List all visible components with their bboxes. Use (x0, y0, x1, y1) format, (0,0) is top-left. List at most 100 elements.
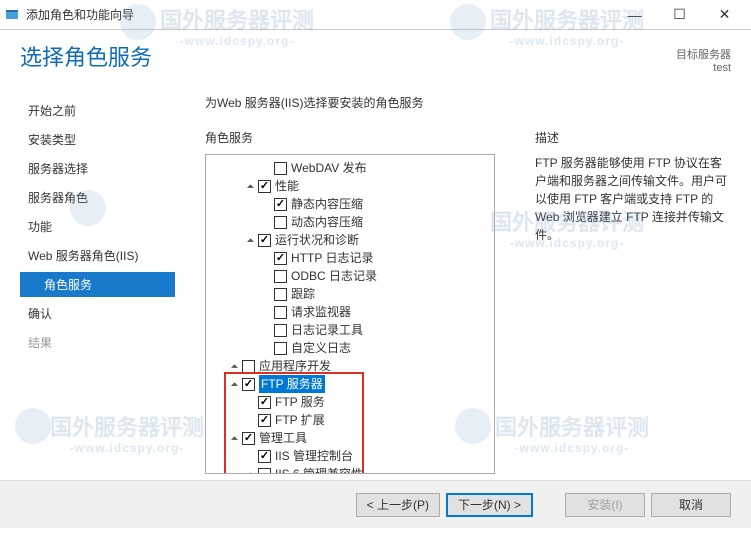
expand-placeholder (260, 342, 272, 354)
expand-placeholder (260, 216, 272, 228)
tree-node-3[interactable]: 动态内容压缩 (212, 213, 488, 231)
checkbox[interactable] (274, 198, 287, 211)
checkbox[interactable] (258, 234, 271, 247)
tree-node-5[interactable]: HTTP 日志记录 (212, 249, 488, 267)
tree-node-15[interactable]: 管理工具 (212, 429, 488, 447)
tree-node-9[interactable]: 日志记录工具 (212, 321, 488, 339)
close-button[interactable]: ✕ (702, 1, 747, 29)
tree-label[interactable]: 自定义日志 (291, 339, 351, 357)
tree-label[interactable]: FTP 服务器 (259, 375, 325, 393)
previous-button[interactable]: < 上一步(P) (356, 493, 440, 517)
wizard-footer: < 上一步(P) 下一步(N) > 安装(I) 取消 (0, 480, 751, 528)
tree-label[interactable]: 应用程序开发 (259, 357, 331, 375)
tree-node-0[interactable]: WebDAV 发布 (212, 159, 488, 177)
expand-placeholder (260, 324, 272, 336)
role-services-tree[interactable]: WebDAV 发布性能静态内容压缩动态内容压缩运行状况和诊断HTTP 日志记录O… (205, 154, 495, 474)
sidebar-step-2[interactable]: 服务器选择 (20, 156, 175, 181)
expand-placeholder (260, 288, 272, 300)
checkbox[interactable] (274, 288, 287, 301)
description-header: 描述 (535, 129, 731, 146)
collapse-icon[interactable] (244, 234, 256, 246)
checkbox[interactable] (258, 468, 271, 475)
checkbox[interactable] (274, 252, 287, 265)
tree-label[interactable]: 运行状况和诊断 (275, 231, 359, 249)
tree-label[interactable]: 管理工具 (259, 429, 307, 447)
tree-label[interactable]: 性能 (275, 177, 299, 195)
target-server-info: 目标服务器 test (676, 40, 731, 74)
expand-placeholder (260, 162, 272, 174)
sidebar-step-0[interactable]: 开始之前 (20, 98, 175, 123)
tree-node-17[interactable]: IIS 6 管理兼容性 (212, 465, 488, 474)
next-button[interactable]: 下一步(N) > (446, 493, 533, 517)
checkbox[interactable] (274, 162, 287, 175)
tree-node-16[interactable]: IIS 管理控制台 (212, 447, 488, 465)
expand-placeholder (260, 306, 272, 318)
tree-node-7[interactable]: 跟踪 (212, 285, 488, 303)
expand-placeholder (244, 396, 256, 408)
checkbox[interactable] (258, 180, 271, 193)
tree-node-6[interactable]: ODBC 日志记录 (212, 267, 488, 285)
description-text: FTP 服务器能够使用 FTP 协议在客户端和服务器之间传输文件。用户可以使用 … (535, 154, 731, 244)
expand-placeholder (260, 252, 272, 264)
sidebar-step-5[interactable]: Web 服务器角色(IIS) (20, 243, 175, 268)
tree-label[interactable]: 跟踪 (291, 285, 315, 303)
tree-label[interactable]: 日志记录工具 (291, 321, 363, 339)
collapse-icon[interactable] (244, 180, 256, 192)
expand-placeholder (244, 414, 256, 426)
checkbox[interactable] (242, 378, 255, 391)
tree-label[interactable]: ODBC 日志记录 (291, 267, 377, 285)
install-button[interactable]: 安装(I) (565, 493, 645, 517)
cancel-button[interactable]: 取消 (651, 493, 731, 517)
tree-node-4[interactable]: 运行状况和诊断 (212, 231, 488, 249)
tree-node-2[interactable]: 静态内容压缩 (212, 195, 488, 213)
tree-node-1[interactable]: 性能 (212, 177, 488, 195)
tree-node-10[interactable]: 自定义日志 (212, 339, 488, 357)
page-title: 选择角色服务 (20, 40, 676, 72)
sidebar-step-8: 结果 (20, 330, 175, 355)
sidebar-step-6[interactable]: 角色服务 (20, 272, 175, 297)
tree-node-12[interactable]: FTP 服务器 (212, 375, 488, 393)
tree-label[interactable]: WebDAV 发布 (291, 159, 367, 177)
tree-label[interactable]: IIS 6 管理兼容性 (275, 465, 363, 474)
tree-node-14[interactable]: FTP 扩展 (212, 411, 488, 429)
tree-header: 角色服务 (205, 129, 495, 146)
tree-node-8[interactable]: 请求监视器 (212, 303, 488, 321)
checkbox[interactable] (274, 306, 287, 319)
sidebar-step-7[interactable]: 确认 (20, 301, 175, 326)
wizard-steps-sidebar: 开始之前安装类型服务器选择服务器角色功能 Web 服务器角色(IIS) 角色服务确认… (20, 94, 175, 474)
maximize-button[interactable]: ☐ (657, 1, 702, 29)
collapse-icon[interactable] (228, 378, 240, 390)
sidebar-step-4[interactable]: 功能 (20, 214, 175, 239)
tree-label[interactable]: 静态内容压缩 (291, 195, 363, 213)
instruction-text: 为Web 服务器(IIS)选择要安装的角色服务 (205, 94, 731, 111)
app-icon (4, 7, 20, 23)
sidebar-step-1[interactable]: 安装类型 (20, 127, 175, 152)
checkbox[interactable] (258, 414, 271, 427)
tree-label[interactable]: IIS 管理控制台 (275, 447, 353, 465)
collapse-icon[interactable] (228, 360, 240, 372)
checkbox[interactable] (242, 432, 255, 445)
checkbox[interactable] (274, 342, 287, 355)
checkbox[interactable] (258, 396, 271, 409)
tree-node-11[interactable]: 应用程序开发 (212, 357, 488, 375)
collapse-icon[interactable] (244, 468, 256, 474)
collapse-icon[interactable] (228, 432, 240, 444)
titlebar: 添加角色和功能向导 — ☐ ✕ (0, 0, 751, 30)
expand-placeholder (244, 450, 256, 462)
tree-label[interactable]: HTTP 日志记录 (291, 249, 373, 267)
sidebar-step-3[interactable]: 服务器角色 (20, 185, 175, 210)
checkbox[interactable] (242, 360, 255, 373)
expand-placeholder (260, 198, 272, 210)
tree-label[interactable]: 请求监视器 (291, 303, 351, 321)
tree-label[interactable]: FTP 扩展 (275, 411, 325, 429)
tree-node-13[interactable]: FTP 服务 (212, 393, 488, 411)
window-title: 添加角色和功能向导 (26, 6, 612, 23)
tree-label[interactable]: FTP 服务 (275, 393, 325, 411)
minimize-button[interactable]: — (612, 1, 657, 29)
expand-placeholder (260, 270, 272, 282)
checkbox[interactable] (274, 270, 287, 283)
checkbox[interactable] (258, 450, 271, 463)
checkbox[interactable] (274, 324, 287, 337)
checkbox[interactable] (274, 216, 287, 229)
tree-label[interactable]: 动态内容压缩 (291, 213, 363, 231)
